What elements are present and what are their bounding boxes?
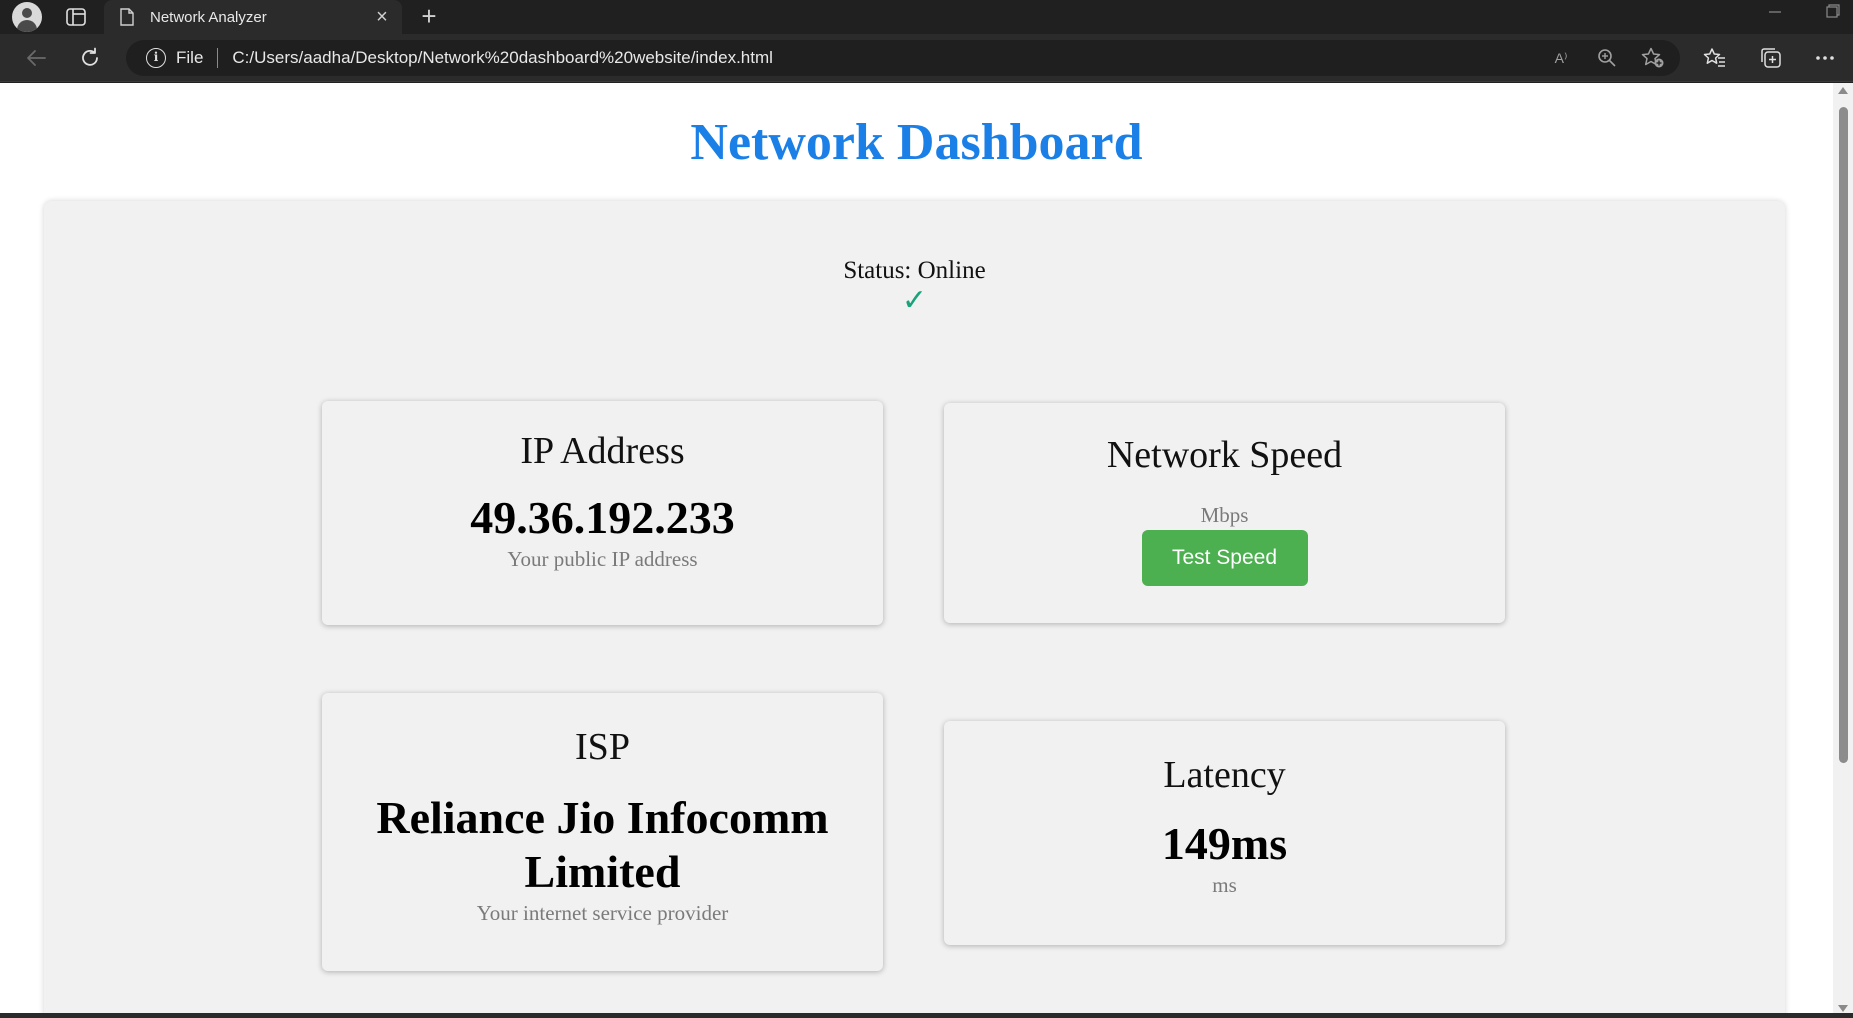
address-bar[interactable]: i File C:/Users/aadha/Desktop/Network%20… xyxy=(126,40,1680,76)
window-bottom-edge xyxy=(0,1013,1853,1018)
ip-card-heading: IP Address xyxy=(520,430,685,472)
network-speed-card: Network Speed Mbps Test Speed xyxy=(944,403,1505,623)
read-aloud-icon[interactable]: A⁾ xyxy=(1548,46,1574,70)
page-viewport: Network Dashboard Status: Online ✓ IP Ad… xyxy=(0,83,1833,1018)
scroll-down-arrow-icon[interactable] xyxy=(1838,1005,1848,1012)
ip-address-value: 49.36.192.233 xyxy=(470,492,735,543)
ip-address-card: IP Address 49.36.192.233 Your public IP … xyxy=(322,401,883,625)
profile-icon[interactable] xyxy=(12,2,42,32)
page-title: Network Dashboard xyxy=(690,114,1143,171)
latency-value: 149ms xyxy=(1161,818,1288,869)
vertical-scrollbar[interactable] xyxy=(1833,83,1853,1018)
isp-name-value: Reliance Jio Infocomm Limited xyxy=(376,792,829,897)
speed-card-heading: Network Speed xyxy=(1106,434,1343,476)
new-tab-button[interactable]: + xyxy=(414,2,444,32)
restore-icon[interactable] xyxy=(1826,4,1840,23)
minimize-icon[interactable] xyxy=(1768,4,1782,23)
isp-card: ISP Reliance Jio Infocomm Limited Your i… xyxy=(322,693,883,971)
page-icon xyxy=(120,8,136,26)
status-text: Status: Online xyxy=(843,257,986,284)
add-favorite-icon[interactable] xyxy=(1640,46,1666,70)
tab-network-analyzer[interactable]: Network Analyzer × xyxy=(104,0,402,34)
scheme-label: File xyxy=(176,48,204,67)
more-icon[interactable] xyxy=(1810,44,1840,72)
status-section: Status: Online ✓ xyxy=(44,257,1785,317)
address-separator xyxy=(217,48,219,68)
isp-card-caption: Your internet service provider xyxy=(476,901,729,925)
isp-card-heading: ISP xyxy=(575,726,630,768)
tab-actions-icon[interactable] xyxy=(58,2,94,32)
back-icon[interactable] xyxy=(22,44,50,72)
tab-title: Network Analyzer xyxy=(150,8,267,26)
latency-card-heading: Latency xyxy=(1163,754,1286,796)
info-icon[interactable]: i xyxy=(146,48,166,68)
close-tab-icon[interactable]: × xyxy=(370,5,394,29)
test-speed-button[interactable]: Test Speed xyxy=(1141,530,1308,586)
collections-icon[interactable] xyxy=(1756,44,1786,72)
browser-toolbar: i File C:/Users/aadha/Desktop/Network%20… xyxy=(0,34,1853,82)
zoom-icon[interactable] xyxy=(1594,46,1620,70)
speed-unit-label: Mbps xyxy=(1200,503,1249,527)
url-text[interactable]: C:/Users/aadha/Desktop/Network%20dashboa… xyxy=(232,48,773,68)
refresh-icon[interactable] xyxy=(76,44,104,72)
favorites-icon[interactable] xyxy=(1700,44,1730,72)
latency-card: Latency 149ms ms xyxy=(944,721,1505,945)
latency-unit-label: ms xyxy=(1212,873,1237,897)
scroll-up-arrow-icon[interactable] xyxy=(1838,87,1848,94)
dashboard-panel: Status: Online ✓ IP Address 49.36.192.23… xyxy=(44,201,1785,1018)
checkmark-icon: ✓ xyxy=(901,284,928,317)
ip-card-caption: Your public IP address xyxy=(507,547,698,571)
scrollbar-thumb[interactable] xyxy=(1839,107,1848,763)
tab-strip: Network Analyzer × + xyxy=(0,0,1853,34)
